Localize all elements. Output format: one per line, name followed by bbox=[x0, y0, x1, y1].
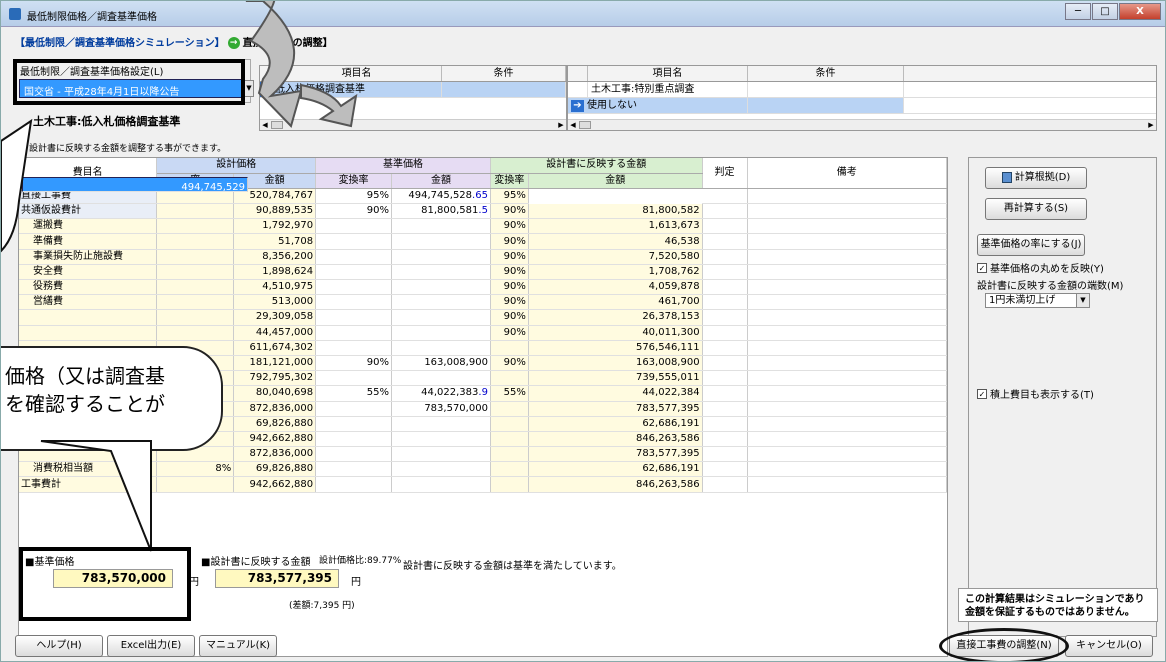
highlight-frame bbox=[19, 547, 191, 621]
main-window: 最低制限価格／調査基準価格 ─ □ X 【最低制限／調査基準価格シミュレーション… bbox=[0, 0, 1166, 662]
highlight-frame bbox=[13, 59, 245, 105]
highlight-oval bbox=[939, 628, 1069, 661]
